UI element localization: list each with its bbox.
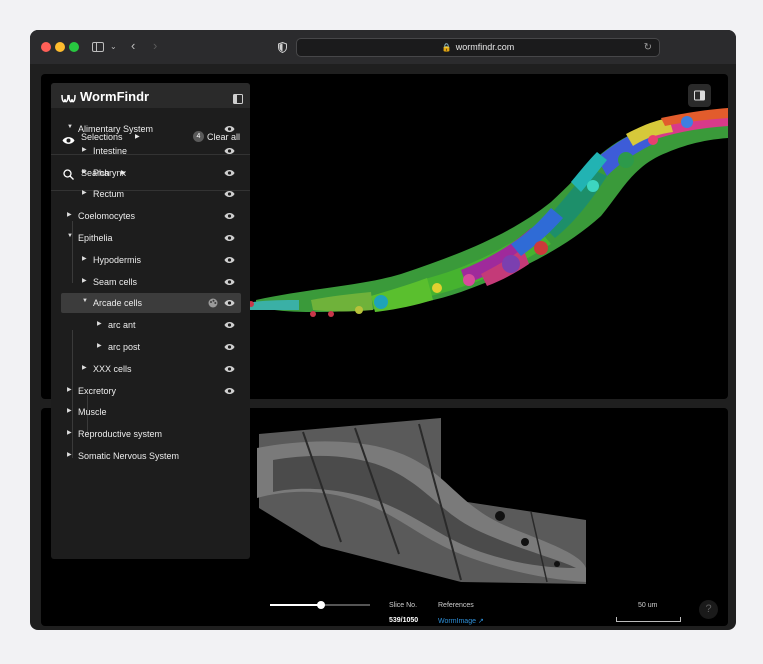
help-button[interactable]: ? [699, 600, 718, 619]
slice-label: Slice No. [389, 602, 418, 609]
tree-item-label: Seam cells [93, 276, 138, 287]
visibility-eye-icon[interactable] [224, 190, 235, 200]
tree-item[interactable]: ▶ Muscle [61, 402, 241, 422]
visibility-eye-icon[interactable] [224, 125, 235, 135]
visibility-eye-icon[interactable] [224, 234, 235, 244]
close-window-button[interactable] [41, 42, 51, 52]
caret-right-icon[interactable]: ▶ [67, 211, 72, 218]
back-icon[interactable]: ‹ [131, 39, 135, 52]
tree-item-label: Arcade cells [93, 298, 143, 309]
tree-item-label: Muscle [78, 407, 107, 418]
panel-toggle-icon [694, 90, 705, 101]
tree-item-label: Coelomocytes [78, 211, 136, 222]
tree-item[interactable]: ▶ Intestine [61, 141, 241, 161]
wormimage-link[interactable]: WormImage ↗ [438, 617, 484, 625]
tree-item[interactable]: ▼ Epithelia [61, 228, 241, 248]
slice-slider-fill [270, 604, 321, 606]
caret-right-icon[interactable]: ▶ [82, 146, 87, 153]
wormfindr-logo-icon [61, 91, 76, 109]
caret-right-icon[interactable]: ▶ [97, 342, 102, 349]
tree-item[interactable]: ▶ Coelomocytes [61, 206, 241, 226]
tree-item[interactable]: ▼ Alimentary System [61, 119, 241, 139]
visibility-eye-icon[interactable] [224, 343, 235, 353]
visibility-eye-icon[interactable] [224, 299, 235, 309]
scale-bar [616, 617, 681, 622]
tree-item-label: Somatic Nervous System [78, 451, 180, 461]
palette-icon[interactable] [208, 298, 218, 310]
shield-icon[interactable] [278, 40, 287, 58]
references-label: References [438, 602, 474, 609]
minimize-window-button[interactable] [55, 42, 65, 52]
app-title: WormFindr [80, 89, 150, 104]
tree-item[interactable]: ▶ Excretory [61, 381, 241, 401]
tree-item-label: Rectum [93, 189, 125, 200]
reload-icon[interactable]: ↻ [644, 39, 652, 56]
wormimage-link-text[interactable]: WormImage [438, 618, 476, 625]
tree-item-label: Alimentary System [78, 124, 154, 134]
caret-right-icon[interactable]: ▶ [67, 386, 72, 393]
visibility-eye-icon[interactable] [224, 147, 235, 157]
tree-item-label: Hypodermis [93, 254, 142, 265]
tree-item[interactable]: ▶ arc post [61, 337, 241, 357]
scale-label: 50 um [638, 602, 658, 609]
sidebar-toggle-icon[interactable] [92, 41, 104, 54]
visibility-eye-icon[interactable] [224, 365, 235, 375]
tree-item[interactable]: ▶ Reproductive system [61, 424, 241, 444]
tree-item-label: Excretory [78, 385, 117, 396]
tree-item[interactable]: ▶ Pharynx [61, 163, 241, 183]
caret-right-icon[interactable]: ▶ [67, 451, 72, 458]
visibility-eye-icon[interactable] [224, 321, 235, 331]
visibility-eye-icon[interactable] [224, 278, 235, 288]
caret-right-icon[interactable]: ▶ [97, 320, 102, 327]
browser-titlebar: ⌄ ‹ › 🔒 wormfindr.com ↻ [30, 30, 736, 64]
tree-item[interactable]: ▶ arc ant [61, 315, 241, 335]
caret-right-icon[interactable]: ▶ [82, 277, 87, 284]
collapse-sidebar-icon[interactable] [233, 91, 243, 109]
visibility-eye-icon[interactable] [224, 256, 235, 266]
sidebar-header: WormFindr [51, 83, 250, 108]
caret-down-icon[interactable]: ▼ [82, 298, 88, 304]
external-link-icon[interactable]: ↗ [478, 618, 484, 625]
address-bar[interactable]: 🔒 wormfindr.com ↻ [296, 38, 660, 57]
tree-item[interactable]: ▼ Arcade cells [61, 293, 241, 314]
tree-item[interactable]: ▶ Somatic Nervous System [61, 446, 241, 466]
tree-item-label: Epithelia [78, 233, 113, 243]
tree-item[interactable]: ▶ Hypodermis [61, 250, 241, 270]
tree-item-label: Intestine [93, 145, 128, 156]
caret-right-icon[interactable]: ▶ [82, 189, 87, 196]
tree-item[interactable]: ▶ Rectum [61, 184, 241, 204]
caret-right-icon[interactable]: ▶ [67, 429, 72, 436]
tree-item-label: arc ant [108, 320, 136, 331]
forward-icon[interactable]: › [153, 39, 157, 52]
visibility-eye-icon[interactable] [224, 387, 235, 397]
caret-down-icon[interactable]: ▼ [67, 233, 73, 239]
zoom-window-button[interactable] [69, 42, 79, 52]
caret-down-icon[interactable]: ▼ [67, 124, 73, 130]
tree-item[interactable]: ▶ XXX cells [61, 359, 241, 379]
lock-icon: 🔒 [441, 43, 452, 52]
visibility-eye-icon[interactable] [224, 169, 235, 179]
chevron-down-icon[interactable]: ⌄ [110, 40, 117, 53]
caret-right-icon[interactable]: ▶ [82, 364, 87, 371]
url-text: wormfindr.com [455, 42, 515, 52]
caret-right-icon[interactable]: ▶ [82, 255, 87, 262]
visibility-eye-icon[interactable] [224, 212, 235, 222]
panel-toggle-button[interactable] [688, 84, 711, 107]
caret-right-icon[interactable]: ▶ [82, 168, 87, 175]
tree-item-label: XXX cells [93, 363, 132, 374]
tree-item-label: arc post [108, 342, 141, 352]
tree-item-label: Pharynx [93, 167, 127, 178]
caret-right-icon[interactable]: ▶ [67, 407, 72, 414]
slice-slider-handle[interactable] [317, 601, 325, 609]
slice-value: 539/1050 [389, 617, 419, 624]
sidebar-panel: WormFindr Selections ▶ 4 Clear all Searc… [51, 83, 250, 559]
tree-item-label: Reproductive system [78, 429, 163, 440]
tree-item[interactable]: ▶ Seam cells [61, 272, 241, 292]
